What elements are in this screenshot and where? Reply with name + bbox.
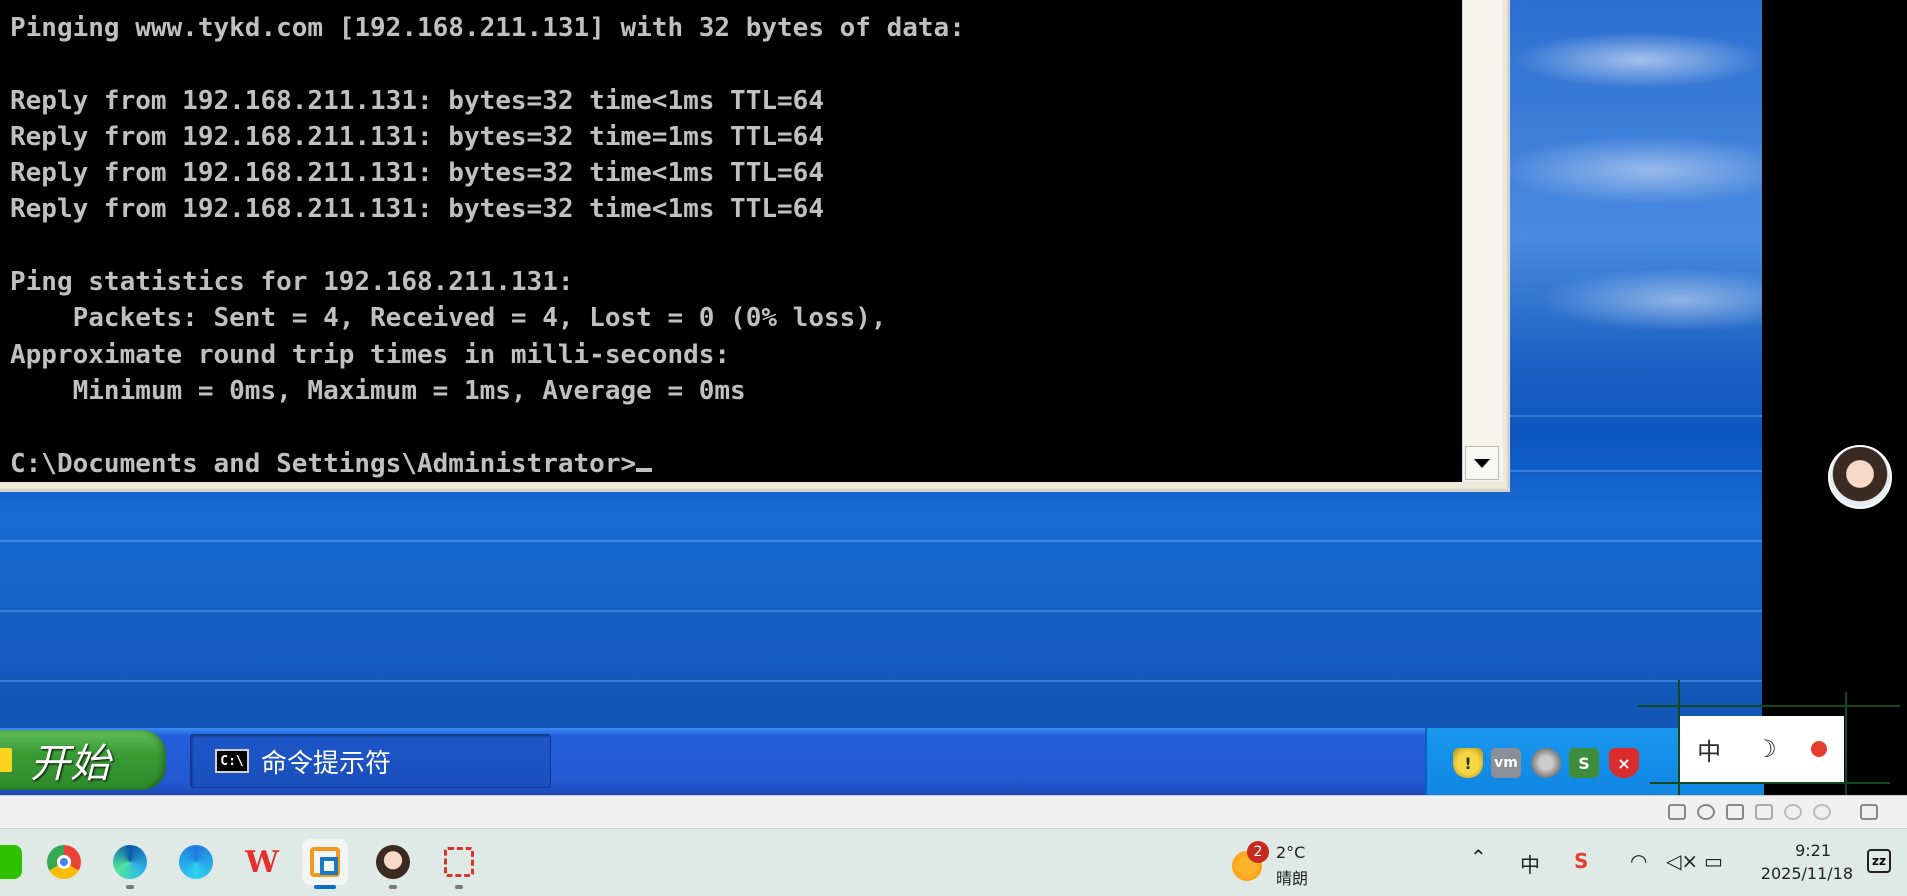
console-output[interactable]: Pinging www.tykd.com [192.168.211.131] w… xyxy=(0,0,1462,482)
chevron-up-icon[interactable]: ⌃ xyxy=(1470,845,1487,869)
running-indicator xyxy=(126,885,134,889)
console-scrollbar[interactable] xyxy=(1462,0,1503,482)
active-indicator xyxy=(314,885,336,889)
clock-time[interactable]: 9:21 xyxy=(1795,841,1831,860)
wifi-icon[interactable]: ◠ xyxy=(1630,849,1647,873)
vmware-status-bar xyxy=(0,795,1907,829)
taskbar-item-label: 命令提示符 xyxy=(261,748,392,779)
wireless-icon[interactable] xyxy=(1813,804,1831,820)
snipping-tool-icon[interactable] xyxy=(436,839,482,889)
clock-date[interactable]: 2025/11/18 xyxy=(1761,864,1853,883)
prompt-text: C:\Documents and Settings\Administrator> xyxy=(10,448,637,479)
ime-frame-line xyxy=(1638,705,1900,707)
scroll-down-button[interactable] xyxy=(1465,446,1499,480)
ime-mode-toggle[interactable]: 中 xyxy=(1697,732,1721,767)
windows-flag-icon xyxy=(0,748,12,772)
ime-skin-icon[interactable] xyxy=(1810,741,1827,757)
cmd-icon: C:\ xyxy=(215,749,249,773)
start-button[interactable]: 开始 xyxy=(0,730,166,790)
weather-widget[interactable]: 2 2°C 晴朗 xyxy=(1230,841,1380,888)
speaker-icon[interactable] xyxy=(1531,748,1561,778)
weather-badge: 2 xyxy=(1247,841,1269,863)
volume-muted-icon[interactable]: ◁× xyxy=(1666,849,1698,873)
network-adapter-icon[interactable] xyxy=(1726,804,1744,820)
command-prompt-window[interactable]: Pinging www.tykd.com [192.168.211.131] w… xyxy=(0,0,1510,492)
hard-disk-icon[interactable] xyxy=(1668,804,1686,820)
xp-taskbar: 开始 C:\ 命令提示符 ! vm S × xyxy=(0,728,1764,795)
console-line: Reply from 192.168.211.131: bytes=32 tim… xyxy=(10,121,824,152)
running-indicator xyxy=(455,885,463,889)
security-alert-icon[interactable]: × xyxy=(1609,748,1639,778)
vmware-icon[interactable] xyxy=(302,839,348,889)
wechat-icon[interactable] xyxy=(0,839,28,885)
sound-card-icon[interactable] xyxy=(1755,804,1773,820)
avatar-app-icon[interactable] xyxy=(370,839,416,889)
shield-icon[interactable]: ! xyxy=(1453,748,1483,778)
arrow-down-icon xyxy=(1474,458,1490,468)
ime-indicator[interactable]: 中 xyxy=(1520,849,1540,878)
console-line: Reply from 192.168.211.131: bytes=32 tim… xyxy=(10,85,824,116)
console-line: Reply from 192.168.211.131: bytes=32 tim… xyxy=(10,194,824,225)
windows-taskbar: W 2 2°C 晴朗 ⌃ 中 S ◠ ◁× ▭ 9:21 2025/11/18 … xyxy=(0,828,1907,896)
edge-icon[interactable] xyxy=(107,839,153,889)
vm-icon[interactable]: vm xyxy=(1491,748,1521,778)
edge-ai-icon[interactable] xyxy=(173,839,219,885)
chrome-icon[interactable] xyxy=(41,839,87,885)
taskbar-item-command-prompt[interactable]: C:\ 命令提示符 xyxy=(190,734,551,788)
ime-frame-line xyxy=(1650,782,1890,784)
console-line: Reply from 192.168.211.131: bytes=32 tim… xyxy=(10,158,824,189)
ime-frame-line xyxy=(1845,692,1847,795)
floating-assistant-avatar[interactable] xyxy=(1828,445,1892,509)
console-line: Packets: Sent = 4, Received = 4, Lost = … xyxy=(10,303,887,334)
cd-drive-icon[interactable] xyxy=(1697,804,1715,820)
moon-icon[interactable]: ☽ xyxy=(1755,735,1777,763)
notification-icon[interactable]: zz xyxy=(1867,849,1891,873)
vm-margin xyxy=(1762,0,1907,795)
console-line: Minimum = 0ms, Maximum = 1ms, Average = … xyxy=(10,375,746,406)
battery-icon[interactable]: ▭ xyxy=(1704,849,1723,873)
ime-toolbar[interactable]: 中 ☽ xyxy=(1680,716,1844,782)
message-icon[interactable] xyxy=(1860,804,1878,820)
console-line: Approximate round trip times in milli-se… xyxy=(10,339,731,370)
usb-icon[interactable] xyxy=(1784,804,1802,820)
console-prompt[interactable]: C:\Documents and Settings\Administrator> xyxy=(10,446,1462,482)
network-icon[interactable]: S xyxy=(1569,748,1599,778)
start-label: 开始 xyxy=(30,741,110,787)
text-cursor xyxy=(636,467,653,472)
console-line: Ping statistics for 192.168.211.131: xyxy=(10,267,574,298)
console-line: Pinging www.tykd.com [192.168.211.131] w… xyxy=(10,13,965,43)
wps-icon[interactable]: W xyxy=(239,839,285,885)
weather-condition: 晴朗 xyxy=(1276,869,1309,888)
weather-temperature: 2°C xyxy=(1276,843,1306,862)
running-indicator xyxy=(389,885,397,889)
sogou-icon[interactable]: S xyxy=(1574,849,1588,873)
